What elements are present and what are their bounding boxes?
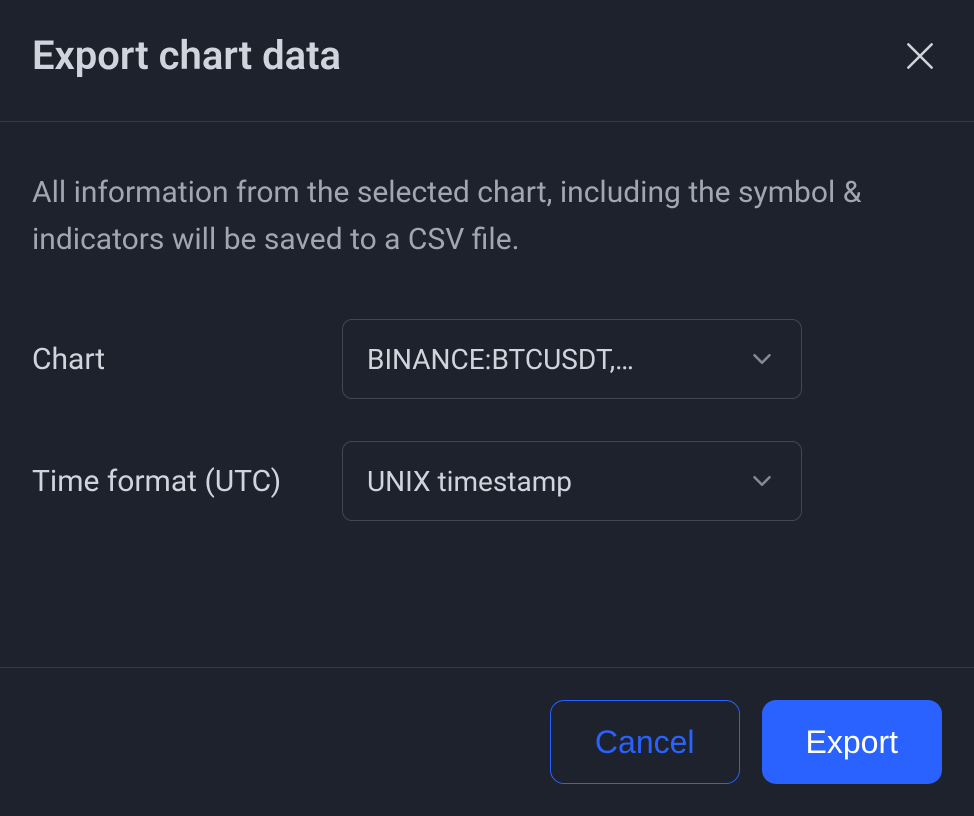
time-format-select-value: UNIX timestamp (367, 465, 731, 498)
dialog-header: Export chart data (0, 0, 974, 122)
dialog-footer: Cancel Export (0, 667, 974, 816)
chevron-down-icon (747, 344, 777, 374)
time-format-field-row: Time format (UTC) UNIX timestamp (32, 441, 942, 521)
export-button[interactable]: Export (762, 700, 942, 784)
chart-field-label: Chart (32, 319, 342, 384)
close-button[interactable] (898, 34, 942, 78)
cancel-button[interactable]: Cancel (550, 700, 740, 784)
time-format-select[interactable]: UNIX timestamp (342, 441, 802, 521)
chart-select[interactable]: BINANCE:BTCUSDT,… (342, 319, 802, 399)
time-format-field-label: Time format (UTC) (32, 441, 342, 506)
dialog-body: All information from the selected chart,… (0, 122, 974, 667)
chart-field-row: Chart BINANCE:BTCUSDT,… (32, 319, 942, 399)
chevron-down-icon (747, 466, 777, 496)
close-icon (900, 36, 940, 76)
dialog-description: All information from the selected chart,… (32, 170, 942, 263)
chart-select-value: BINANCE:BTCUSDT,… (367, 343, 731, 376)
dialog-title: Export chart data (32, 32, 341, 79)
export-chart-dialog: Export chart data All information from t… (0, 0, 974, 816)
